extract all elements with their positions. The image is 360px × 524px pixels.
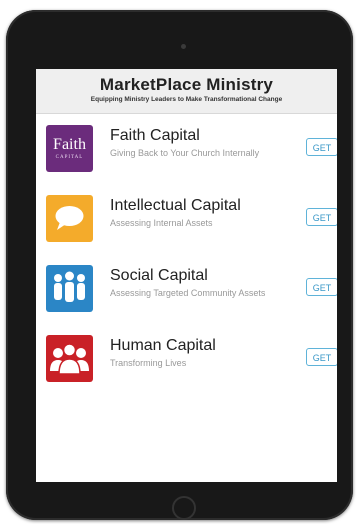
faith-logo-icon: Faith CAPITAL xyxy=(46,125,93,172)
get-button[interactable]: GET xyxy=(306,278,337,296)
faith-logo-text: Faith xyxy=(53,136,86,153)
page-title: MarketPlace Ministry xyxy=(99,75,274,94)
get-button[interactable]: GET xyxy=(306,138,337,156)
app-name: Social Capital xyxy=(110,267,208,284)
app-description: Giving Back to Your Church Internally xyxy=(110,148,260,158)
app-name: Human Capital xyxy=(110,337,216,354)
faith-logo-subtext: CAPITAL xyxy=(55,155,84,160)
home-button[interactable] xyxy=(172,496,196,520)
app-header: MarketPlace Ministry Equipping Ministry … xyxy=(36,69,337,114)
speech-bubble-icon xyxy=(46,195,93,242)
list-item-faith-capital[interactable]: Faith CAPITAL Faith Capital Giving Back … xyxy=(36,125,337,179)
app-description: Transforming Lives xyxy=(110,358,187,368)
get-button[interactable]: GET xyxy=(306,348,337,366)
app-description: Assessing Targeted Community Assets xyxy=(110,288,266,298)
list-item-human-capital[interactable]: Human Capital Transforming Lives GET xyxy=(36,335,337,389)
people-group-icon xyxy=(46,265,93,312)
page-subtitle: Equipping Ministry Leaders to Make Trans… xyxy=(90,96,283,103)
camera-icon xyxy=(181,44,186,49)
get-button[interactable]: GET xyxy=(306,208,337,226)
people-group-icon xyxy=(46,335,93,382)
app-description: Assessing Internal Assets xyxy=(110,218,213,228)
tablet-frame: MarketPlace Ministry Equipping Ministry … xyxy=(6,10,353,520)
app-name: Intellectual Capital xyxy=(110,197,241,214)
app-screen: MarketPlace Ministry Equipping Ministry … xyxy=(36,69,337,482)
list-item-intellectual-capital[interactable]: Intellectual Capital Assessing Internal … xyxy=(36,195,337,249)
app-name: Faith Capital xyxy=(110,127,200,144)
list-item-social-capital[interactable]: Social Capital Assessing Targeted Commun… xyxy=(36,265,337,319)
